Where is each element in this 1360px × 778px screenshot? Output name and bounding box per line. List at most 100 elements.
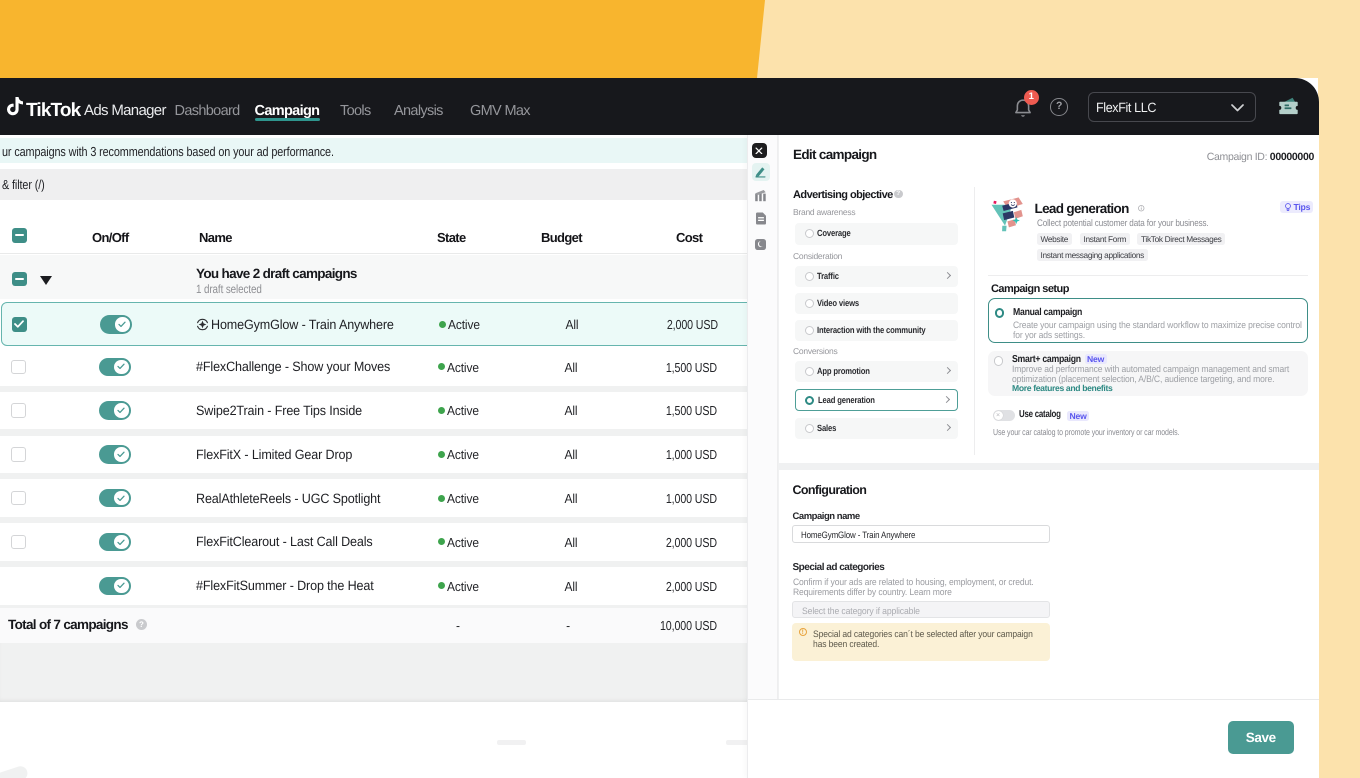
table-row[interactable]: FlexFitClearout - Last Call DealsActiveA…	[0, 523, 747, 561]
background-wisp	[0, 764, 29, 778]
chevron-down-icon	[1231, 104, 1244, 112]
table-row[interactable]: HomeGymGlow - Train AnywhereActiveAll2,0…	[1, 302, 759, 346]
background-dash	[497, 740, 526, 745]
row-toggle[interactable]	[99, 401, 131, 420]
cost-cell: 1,000 USD	[619, 447, 717, 462]
campaign-name: #FlexChallenge - Show your Moves	[196, 359, 390, 374]
toggle-knob	[114, 535, 129, 550]
manual-radio[interactable]	[995, 308, 1005, 318]
warning-box: ! Special ad categories can´t be selecte…	[792, 623, 1050, 662]
total-help-icon[interactable]: ?	[136, 619, 147, 630]
business-center-icon[interactable]	[1278, 96, 1299, 117]
state-text: Active	[447, 403, 479, 418]
budget-cell: All	[560, 403, 582, 418]
objective-radio	[805, 272, 814, 281]
row-toggle[interactable]	[99, 358, 131, 377]
nav-item-analysis[interactable]: Analysis	[394, 103, 443, 119]
campaign-name-input[interactable]: HomeGymGlow - Train Anywhere	[792, 525, 1050, 543]
objective-item-interaction-with-the-community[interactable]: Interaction with the community	[795, 320, 958, 342]
budget-cell: All	[561, 317, 583, 332]
nav-item-gmv-max[interactable]: GMV Max	[470, 103, 530, 119]
row-checkbox[interactable]	[11, 360, 26, 375]
cost-cell: 2,000 USD	[619, 579, 717, 594]
row-checkbox[interactable]	[11, 535, 26, 550]
row-toggle[interactable]	[99, 533, 131, 552]
use-catalog-label: Use catalog	[1019, 409, 1061, 420]
table-row[interactable]: Swipe2Train - Free Tips InsideActiveAll1…	[0, 392, 747, 430]
row-toggle[interactable]	[99, 577, 131, 596]
column-header-cost[interactable]: Cost	[676, 230, 702, 245]
nav-item-tools[interactable]: Tools	[340, 103, 371, 119]
total-budget: -	[566, 618, 570, 633]
detail-tag: Instant Form	[1080, 233, 1131, 246]
objective-item-app-promotion[interactable]: App promotion	[795, 361, 958, 383]
rail-edit-tab[interactable]	[752, 163, 770, 181]
account-dropdown[interactable]: FlexFit LLC	[1088, 92, 1256, 122]
nav-item-campaign[interactable]: Campaign	[255, 103, 320, 119]
row-checkbox[interactable]	[11, 403, 26, 418]
cost-cell: 1,000 USD	[619, 491, 717, 506]
row-checkbox[interactable]	[12, 317, 27, 332]
rail-document-tab[interactable]	[752, 209, 770, 227]
toggle-knob	[114, 360, 129, 375]
moon-icon	[755, 239, 766, 250]
search-filter-bar[interactable]: & filter (/)	[0, 169, 747, 200]
smart-more-link[interactable]: More features and benefits	[1012, 383, 1112, 393]
close-button[interactable]	[752, 143, 767, 158]
lead-generation-illustration	[991, 197, 1024, 232]
cost-cell: 1,500 USD	[619, 403, 717, 418]
row-toggle[interactable]	[99, 445, 131, 464]
objective-radio	[805, 396, 814, 405]
select-all-checkbox[interactable]	[12, 228, 27, 243]
column-header-onoff[interactable]: On/Off	[92, 230, 129, 245]
column-header-state[interactable]: State	[437, 230, 466, 245]
notifications-button[interactable]: 1	[1012, 90, 1042, 120]
objective-item-video-views[interactable]: Video views	[795, 293, 958, 315]
drawer-title: Edit campaign	[793, 147, 877, 162]
row-checkbox[interactable]	[11, 491, 26, 506]
row-toggle[interactable]	[99, 489, 131, 508]
objective-help-icon[interactable]: ?	[894, 190, 903, 199]
use-catalog-toggle[interactable]: ×	[993, 410, 1015, 421]
edit-campaign-drawer: Edit campaign Campaign ID: 00000000 Adve…	[747, 135, 1320, 778]
table-row[interactable]: RealAthleteReels - UGC SpotlightActiveAl…	[0, 479, 747, 517]
manual-campaign-option[interactable]: Manual campaign Create your campaign usi…	[988, 298, 1308, 343]
smart-radio[interactable]	[994, 356, 1004, 366]
special-categories-select[interactable]: Select the category if applicable	[792, 601, 1050, 618]
objective-heading: Advertising objective	[793, 189, 893, 201]
objective-group-label: Conversions	[793, 346, 837, 356]
active-state-dot	[438, 451, 445, 458]
state-text: Active	[447, 360, 479, 375]
detail-title: Lead generation	[1035, 201, 1129, 216]
rail-comment-tab[interactable]	[752, 235, 770, 253]
column-header-name[interactable]: Name	[199, 230, 232, 245]
table-row[interactable]: FlexFitX - Limited Gear DropActiveAll1,0…	[0, 436, 747, 474]
objective-item-sales[interactable]: Sales	[795, 418, 958, 440]
table-row[interactable]: #FlexChallenge - Show your MovesActiveAl…	[0, 348, 747, 386]
configuration-heading: Configuration	[793, 483, 867, 497]
objective-item-coverage[interactable]: Coverage	[795, 223, 958, 245]
objective-item-traffic[interactable]: Traffic	[795, 266, 958, 288]
rail-chart-tab[interactable]	[752, 186, 770, 204]
objective-item-lead-generation[interactable]: Lead generation	[795, 389, 958, 411]
row-toggle[interactable]	[100, 315, 132, 334]
table-row[interactable]: #FlexFitSummer - Drop the HeatActiveAll2…	[0, 567, 747, 605]
smart-campaign-option[interactable]: Smart+ campaign New Improve ad performan…	[988, 351, 1308, 397]
total-cost: 10,000 USD	[619, 618, 717, 633]
help-button[interactable]: ?	[1050, 98, 1068, 116]
objective-label: Traffic	[817, 271, 839, 281]
nav-item-dashboard[interactable]: Dashboard	[175, 103, 240, 119]
drawer-side-rail	[748, 135, 779, 699]
toggle-knob	[114, 491, 129, 506]
draft-group-row[interactable]: You have 2 draft campaigns 1 draft selec…	[0, 255, 747, 299]
column-header-budget[interactable]: Budget	[541, 230, 582, 245]
toggle-knob	[115, 317, 130, 332]
save-button[interactable]: Save	[1228, 721, 1295, 754]
draft-group-checkbox[interactable]	[12, 272, 27, 287]
objective-label: App promotion	[817, 366, 870, 376]
smart-new-badge: New	[1085, 354, 1107, 365]
row-checkbox[interactable]	[11, 447, 26, 462]
budget-cell: All	[560, 579, 582, 594]
collapse-caret-icon[interactable]	[40, 276, 52, 285]
tips-button[interactable]: Tips	[1280, 201, 1313, 214]
